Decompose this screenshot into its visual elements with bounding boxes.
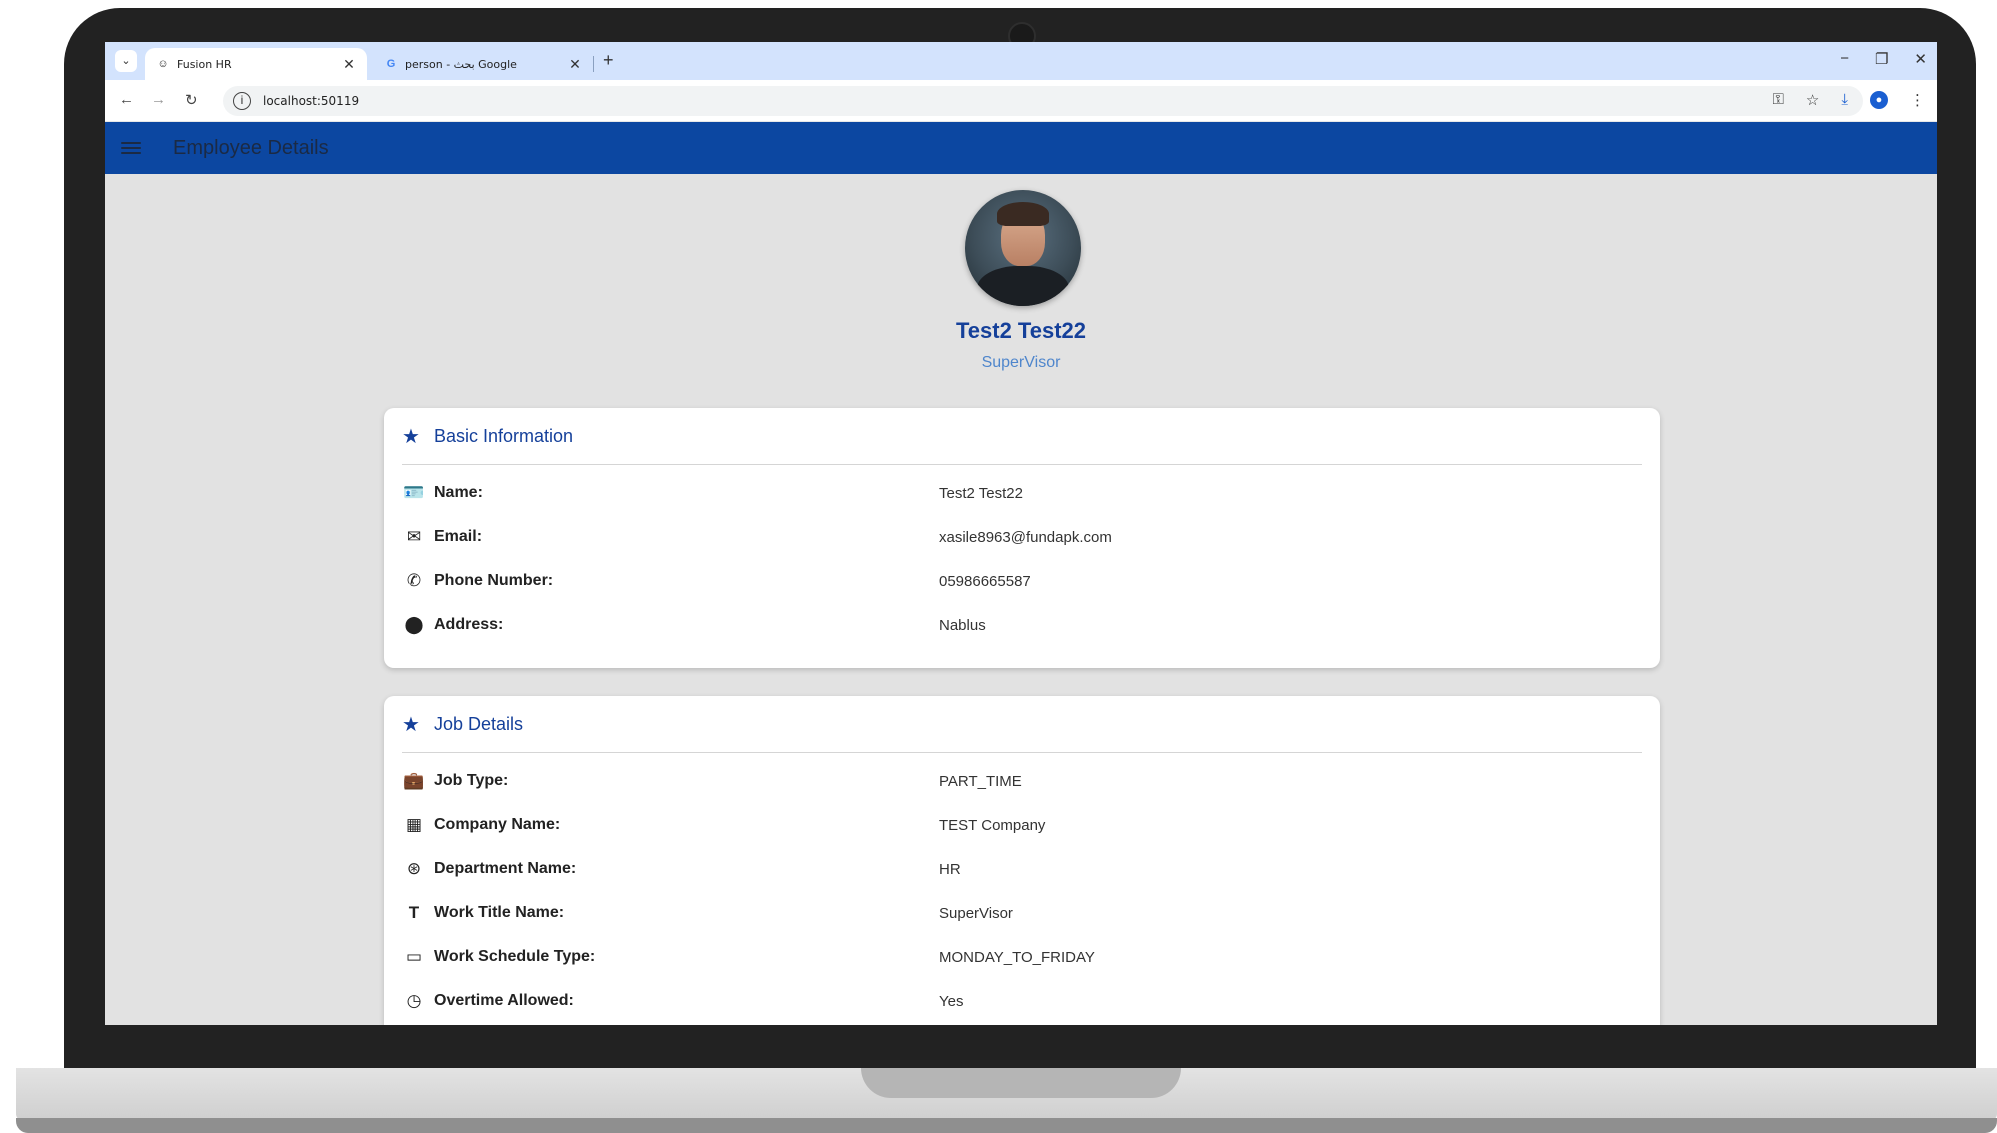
restore-icon[interactable]: ❐ [1875, 50, 1888, 68]
laptop-notch [861, 1068, 1181, 1098]
info-row-schedule: ▭ Work Schedule Type: MONDAY_TO_FRIDAY [402, 935, 1642, 979]
tab-search-button[interactable]: ⌄ [115, 50, 137, 72]
info-row-department: ⊛ Department Name: HR [402, 847, 1642, 891]
tab-fusion-hr[interactable]: ☺ Fusion HR ✕ [145, 48, 367, 80]
email-icon: ✉ [406, 527, 422, 546]
info-row-email: ✉ Email: xasile8963@fundapk.com [402, 515, 1642, 559]
app-bar: Employee Details [105, 122, 1937, 174]
fusion-hr-favicon-icon: ☺ [157, 58, 169, 70]
site-info-icon[interactable]: i [233, 92, 251, 110]
row-label: Address: [434, 616, 504, 633]
close-window-icon[interactable]: ✕ [1914, 50, 1927, 68]
row-value: MONDAY_TO_FRIDAY [939, 948, 1095, 966]
address-bar: ← → ↻ i localhost:50119 ⚿ ☆ ⤓ ● ⋮ [105, 80, 1937, 122]
google-favicon-icon: G [386, 58, 396, 70]
row-value: xasile8963@fundapk.com [939, 528, 1112, 546]
tab-divider [593, 56, 594, 72]
info-row-company: ▦ Company Name: TEST Company [402, 803, 1642, 847]
tab-title: person - بحث Google [405, 57, 517, 71]
back-icon[interactable]: ← [119, 91, 134, 108]
toolbar-actions: ⚿ ☆ ⤓ ● ⋮ [1772, 91, 1925, 109]
badge-icon: 🪪 [403, 483, 425, 502]
minimize-icon[interactable]: − [1840, 50, 1849, 68]
title-icon: T [408, 903, 420, 922]
profile-avatar-icon[interactable]: ● [1870, 91, 1888, 109]
department-icon: ⊛ [406, 859, 422, 878]
forward-icon[interactable]: → [151, 91, 166, 108]
url-text: localhost:50119 [263, 94, 360, 108]
info-row-name: 🪪 Name: Test2 Test22 [402, 471, 1642, 515]
employee-name: Test2 Test22 [955, 318, 1087, 343]
close-icon[interactable]: ✕ [567, 56, 583, 73]
row-label: Department Name: [434, 860, 577, 877]
tab-bar: ⌄ ☺ Fusion HR ✕ G person - بحث Google ✕ … [105, 42, 1937, 80]
info-row-job-type: 💼 Job Type: PART_TIME [402, 759, 1642, 803]
row-value: PART_TIME [939, 772, 1022, 790]
row-label: Name: [434, 484, 483, 501]
info-row-address: ⬤ Address: Nablus [402, 603, 1642, 647]
download-icon[interactable]: ⤓ [1841, 91, 1848, 109]
star-icon: ★ [402, 713, 420, 736]
password-key-icon[interactable]: ⚿ [1772, 91, 1783, 109]
basic-information-card: ★ Basic Information 🪪 Name: Test2 Test22… [384, 408, 1660, 668]
row-label: Company Name: [434, 816, 561, 833]
info-row-overtime: ◷ Overtime Allowed: Yes [402, 979, 1642, 1023]
bookmark-star-icon[interactable]: ☆ [1806, 91, 1819, 109]
url-input[interactable]: i localhost:50119 [223, 86, 1863, 116]
card-header: ★ Job Details [402, 696, 1642, 753]
employee-role: SuperVisor [981, 354, 1061, 371]
calendar-icon: ▭ [405, 947, 423, 966]
card-title: Basic Information [434, 425, 574, 446]
tab-title: Fusion HR [177, 57, 232, 71]
reload-icon[interactable]: ↻ [185, 91, 198, 109]
new-tab-button[interactable]: + [603, 50, 614, 71]
tab-google-search[interactable]: G person - بحث Google ✕ [373, 48, 593, 80]
row-label: Work Schedule Type: [434, 948, 596, 965]
row-value: 05986665587 [939, 572, 1031, 590]
browser-window: ⌄ ☺ Fusion HR ✕ G person - بحث Google ✕ … [105, 42, 1937, 1025]
more-menu-icon[interactable]: ⋮ [1910, 91, 1925, 109]
card-header: ★ Basic Information [402, 408, 1642, 465]
job-details-card: ★ Job Details 💼 Job Type: PART_TIME ▦ Co… [384, 696, 1660, 1025]
window-controls: − ❐ ✕ [1840, 50, 1927, 68]
close-icon[interactable]: ✕ [341, 56, 357, 73]
row-value: SuperVisor [939, 904, 1013, 922]
clock-icon: ◷ [406, 991, 422, 1010]
row-label: Phone Number: [434, 572, 554, 589]
briefcase-icon: 💼 [403, 771, 425, 790]
profile-header: Test2 Test22 SuperVisor [105, 174, 1937, 398]
card-title: Job Details [434, 713, 524, 734]
page-title: Employee Details [173, 136, 329, 159]
row-value: Test2 Test22 [939, 484, 1023, 502]
row-label: Job Type: [434, 772, 509, 789]
info-row-phone: ✆ Phone Number: 05986665587 [402, 559, 1642, 603]
row-label: Work Title Name: [434, 904, 565, 921]
row-value: Yes [939, 992, 964, 1010]
phone-icon: ✆ [406, 571, 422, 590]
laptop-base-edge [16, 1118, 1997, 1133]
hamburger-menu-icon[interactable] [121, 142, 141, 154]
row-label: Email: [434, 528, 483, 545]
info-row-work-title: T Work Title Name: SuperVisor [402, 891, 1642, 935]
avatar [965, 190, 1081, 306]
row-value: TEST Company [939, 816, 1046, 834]
star-icon: ★ [402, 425, 420, 448]
main-content: Test2 Test22 SuperVisor ★ Basic Informat… [105, 174, 1937, 1025]
row-value: HR [939, 860, 961, 878]
row-value: Nablus [939, 616, 986, 634]
building-icon: ▦ [405, 815, 423, 834]
row-label: Overtime Allowed: [434, 992, 574, 1009]
location-icon: ⬤ [404, 615, 424, 634]
